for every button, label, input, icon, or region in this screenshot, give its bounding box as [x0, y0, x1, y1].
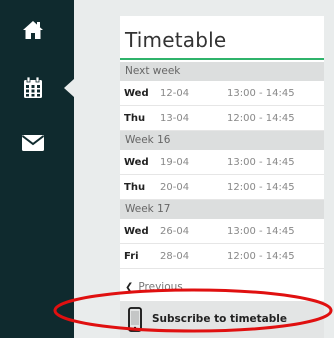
active-nav-pointer	[64, 79, 74, 97]
row-time: 13:00 - 14:45	[227, 157, 295, 168]
row-time: 13:00 - 14:45	[227, 226, 295, 237]
row-time: 13:00 - 14:45	[227, 88, 295, 99]
row-time: 12:00 - 14:45	[227, 251, 295, 262]
timetable-row[interactable]: Thu 13-04 12:00 - 14:45	[120, 106, 324, 131]
row-date: 12-04	[160, 88, 190, 99]
group-header: Week 16	[120, 131, 324, 150]
timetable-row[interactable]: Wed 12-04 13:00 - 14:45	[120, 81, 324, 106]
row-date: 19-04	[160, 157, 190, 168]
timetable-row[interactable]: Fri 28-04 12:00 - 14:45	[120, 244, 324, 269]
row-date: 20-04	[160, 182, 190, 193]
row-date: 26-04	[160, 226, 190, 237]
group-header: Week 17	[120, 200, 324, 219]
page-title: Timetable	[125, 28, 227, 52]
row-day: Thu	[124, 113, 146, 124]
group-header: Next week	[120, 62, 324, 81]
home-icon	[23, 21, 43, 39]
row-day: Thu	[124, 182, 146, 193]
timetable-row[interactable]: Wed 26-04 13:00 - 14:45	[120, 219, 324, 244]
calendar-nav-button[interactable]	[0, 68, 66, 108]
timetable-row[interactable]: Wed 19-04 13:00 - 14:45	[120, 150, 324, 175]
envelope-icon	[21, 135, 45, 151]
row-date: 13-04	[160, 113, 190, 124]
row-day: Wed	[124, 88, 149, 99]
home-nav-button[interactable]	[0, 10, 66, 50]
row-day: Fri	[124, 251, 139, 262]
messages-nav-button[interactable]	[0, 123, 66, 163]
highlight-oval	[53, 288, 333, 333]
row-date: 28-04	[160, 251, 190, 262]
row-day: Wed	[124, 226, 149, 237]
timetable-row[interactable]: Thu 20-04 12:00 - 14:45	[120, 175, 324, 200]
row-time: 12:00 - 14:45	[227, 182, 295, 193]
row-time: 12:00 - 14:45	[227, 113, 295, 124]
row-day: Wed	[124, 157, 149, 168]
title-underline	[120, 58, 324, 60]
calendar-icon	[24, 77, 42, 98]
